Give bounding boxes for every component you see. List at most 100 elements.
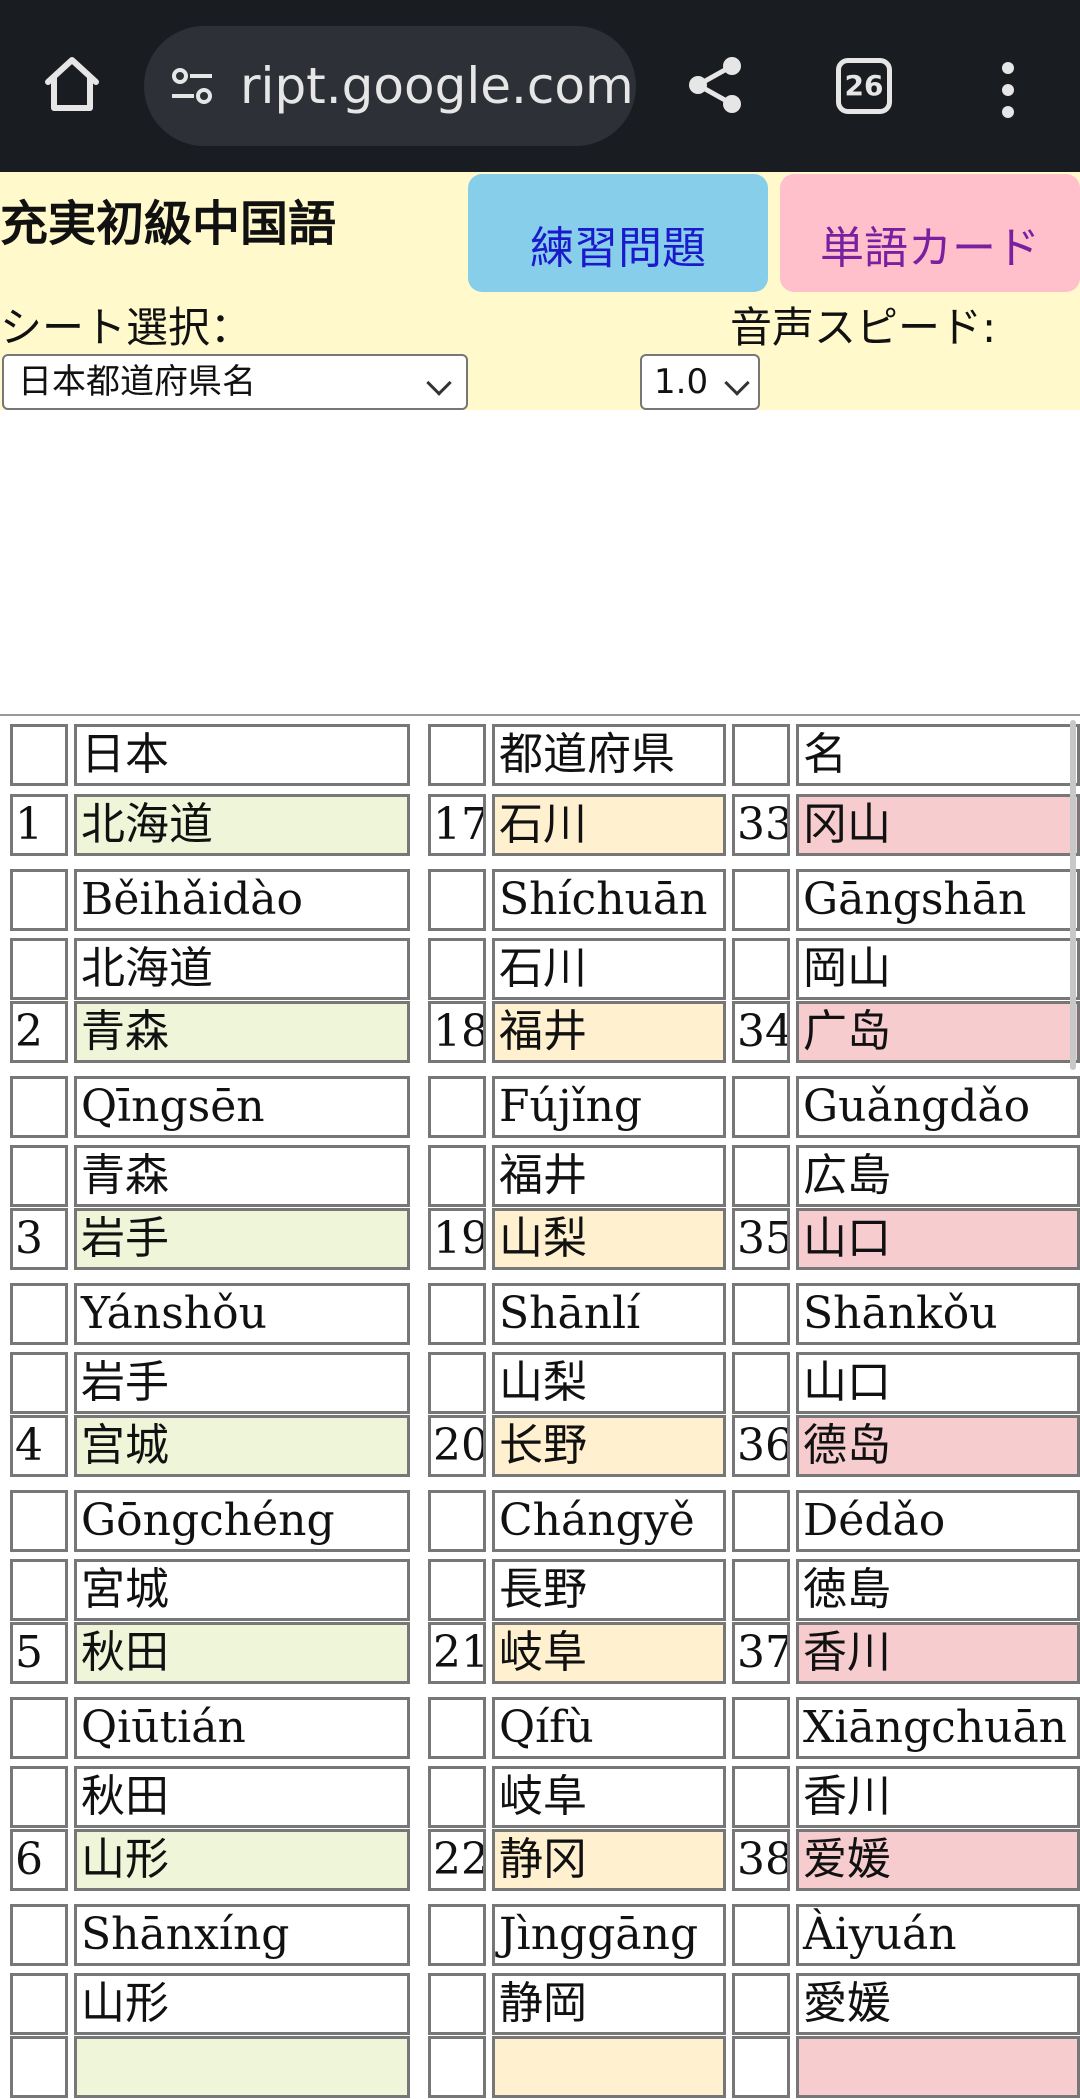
japanese-name-cell[interactable]: 岩手	[74, 1352, 410, 1414]
empty-cell	[10, 938, 68, 1000]
sheet-select[interactable]: 日本都道府県名	[2, 354, 468, 410]
pinyin-cell[interactable]: Àiyuán	[796, 1904, 1080, 1966]
empty-cell	[428, 1352, 486, 1414]
app-header: 充実初級中国語 練習問題 単語カード シート選択： 音声スピード: 日本都道府県…	[0, 172, 1080, 410]
chinese-name-cell[interactable]: 爱媛	[796, 1829, 1080, 1891]
chinese-name-cell[interactable]: 冈山	[796, 794, 1080, 856]
row-number-cell: 6	[10, 1829, 68, 1891]
chinese-name-cell[interactable]	[796, 2036, 1080, 2098]
chinese-name-cell[interactable]: 岐阜	[492, 1622, 726, 1684]
empty-cell	[732, 1352, 790, 1414]
scrollbar[interactable]	[1070, 720, 1076, 1070]
pinyin-cell[interactable]: Qífù	[492, 1697, 726, 1759]
pinyin-cell[interactable]: Yánshǒu	[74, 1283, 410, 1345]
chinese-name-cell[interactable]	[74, 2036, 410, 2098]
japanese-name-cell[interactable]: 石川	[492, 938, 726, 1000]
header-num-cell	[10, 724, 68, 786]
share-icon[interactable]	[684, 54, 746, 116]
japanese-name-cell[interactable]: 香川	[796, 1766, 1080, 1828]
speed-select-value: 1.0	[654, 362, 709, 402]
chinese-name-cell[interactable]: 石川	[492, 794, 726, 856]
more-menu-icon[interactable]	[996, 60, 1020, 120]
japanese-name-cell[interactable]: 山梨	[492, 1352, 726, 1414]
chinese-name-cell[interactable]: 北海道	[74, 794, 410, 856]
flashcards-button[interactable]: 単語カード	[780, 174, 1080, 292]
japanese-name-cell[interactable]: 静岡	[492, 1973, 726, 2035]
practice-button[interactable]: 練習問題	[468, 174, 768, 292]
chinese-name-cell[interactable]	[492, 2036, 726, 2098]
japanese-name-cell[interactable]: 北海道	[74, 938, 410, 1000]
speed-select[interactable]: 1.0	[640, 354, 760, 410]
empty-cell	[10, 1076, 68, 1138]
header-cell: 都道府県	[492, 724, 726, 786]
pinyin-cell[interactable]: Qīngsēn	[74, 1076, 410, 1138]
row-number-cell: 17	[428, 794, 486, 856]
row-number-cell: 21	[428, 1622, 486, 1684]
row-number-cell: 20	[428, 1415, 486, 1477]
pinyin-cell[interactable]: Xiāngchuān	[796, 1697, 1080, 1759]
row-number-cell	[428, 2036, 486, 2098]
empty-cell	[10, 1352, 68, 1414]
chinese-name-cell[interactable]: 福井	[492, 1001, 726, 1063]
row-number-cell	[732, 2036, 790, 2098]
pinyin-cell[interactable]: Shānxíng	[74, 1904, 410, 1966]
empty-cell	[428, 938, 486, 1000]
japanese-name-cell[interactable]: 山口	[796, 1352, 1080, 1414]
row-number-cell: 5	[10, 1622, 68, 1684]
japanese-name-cell[interactable]: 山形	[74, 1973, 410, 2035]
chinese-name-cell[interactable]: 德岛	[796, 1415, 1080, 1477]
empty-cell	[428, 1145, 486, 1207]
pinyin-cell[interactable]: Gōngchéng	[74, 1490, 410, 1552]
pinyin-cell[interactable]: Běihǎidào	[74, 869, 410, 931]
empty-cell	[428, 1766, 486, 1828]
site-settings-icon[interactable]	[168, 62, 216, 110]
japanese-name-cell[interactable]: 愛媛	[796, 1973, 1080, 2035]
japanese-name-cell[interactable]: 岡山	[796, 938, 1080, 1000]
japanese-name-cell[interactable]: 宮城	[74, 1559, 410, 1621]
chinese-name-cell[interactable]: 岩手	[74, 1208, 410, 1270]
row-number-cell: 1	[10, 794, 68, 856]
chinese-name-cell[interactable]: 山梨	[492, 1208, 726, 1270]
pinyin-cell[interactable]: Qiūtián	[74, 1697, 410, 1759]
chinese-name-cell[interactable]: 长野	[492, 1415, 726, 1477]
empty-cell	[732, 1283, 790, 1345]
pinyin-cell[interactable]: Shānkǒu	[796, 1283, 1080, 1345]
chinese-name-cell[interactable]: 广岛	[796, 1001, 1080, 1063]
japanese-name-cell[interactable]: 広島	[796, 1145, 1080, 1207]
chevron-down-icon	[426, 370, 452, 396]
row-number-cell: 3	[10, 1208, 68, 1270]
tab-switcher-button[interactable]: 26	[836, 58, 892, 114]
pinyin-cell[interactable]: Jìnggāng	[492, 1904, 726, 1966]
chinese-name-cell[interactable]: 香川	[796, 1622, 1080, 1684]
japanese-name-cell[interactable]: 岐阜	[492, 1766, 726, 1828]
japanese-name-cell[interactable]: 長野	[492, 1559, 726, 1621]
pinyin-cell[interactable]: Guǎngdǎo	[796, 1076, 1080, 1138]
pinyin-cell[interactable]: Gāngshān	[796, 869, 1080, 931]
chinese-name-cell[interactable]: 宫城	[74, 1415, 410, 1477]
empty-cell	[10, 1697, 68, 1759]
pinyin-cell[interactable]: Fújǐng	[492, 1076, 726, 1138]
empty-cell	[10, 1145, 68, 1207]
home-icon[interactable]	[40, 52, 104, 116]
pinyin-cell[interactable]: Shānlí	[492, 1283, 726, 1345]
empty-cell	[428, 1973, 486, 2035]
japanese-name-cell[interactable]: 福井	[492, 1145, 726, 1207]
chinese-name-cell[interactable]: 山口	[796, 1208, 1080, 1270]
japanese-name-cell[interactable]: 徳島	[796, 1559, 1080, 1621]
chinese-name-cell[interactable]: 山形	[74, 1829, 410, 1891]
japanese-name-cell[interactable]: 青森	[74, 1145, 410, 1207]
empty-cell	[428, 1697, 486, 1759]
pinyin-cell[interactable]: Dédǎo	[796, 1490, 1080, 1552]
empty-cell	[428, 869, 486, 931]
chinese-name-cell[interactable]: 秋田	[74, 1622, 410, 1684]
address-bar[interactable]: ript.google.com	[144, 26, 636, 146]
row-number-cell: 33	[732, 794, 790, 856]
japanese-name-cell[interactable]: 秋田	[74, 1766, 410, 1828]
empty-cell	[732, 1904, 790, 1966]
chinese-name-cell[interactable]: 青森	[74, 1001, 410, 1063]
pinyin-cell[interactable]: Chángyě	[492, 1490, 726, 1552]
header-cell: 日本	[74, 724, 410, 786]
chinese-name-cell[interactable]: 静冈	[492, 1829, 726, 1891]
pinyin-cell[interactable]: Shíchuān	[492, 869, 726, 931]
sheet-select-value: 日本都道府県名	[18, 362, 256, 402]
